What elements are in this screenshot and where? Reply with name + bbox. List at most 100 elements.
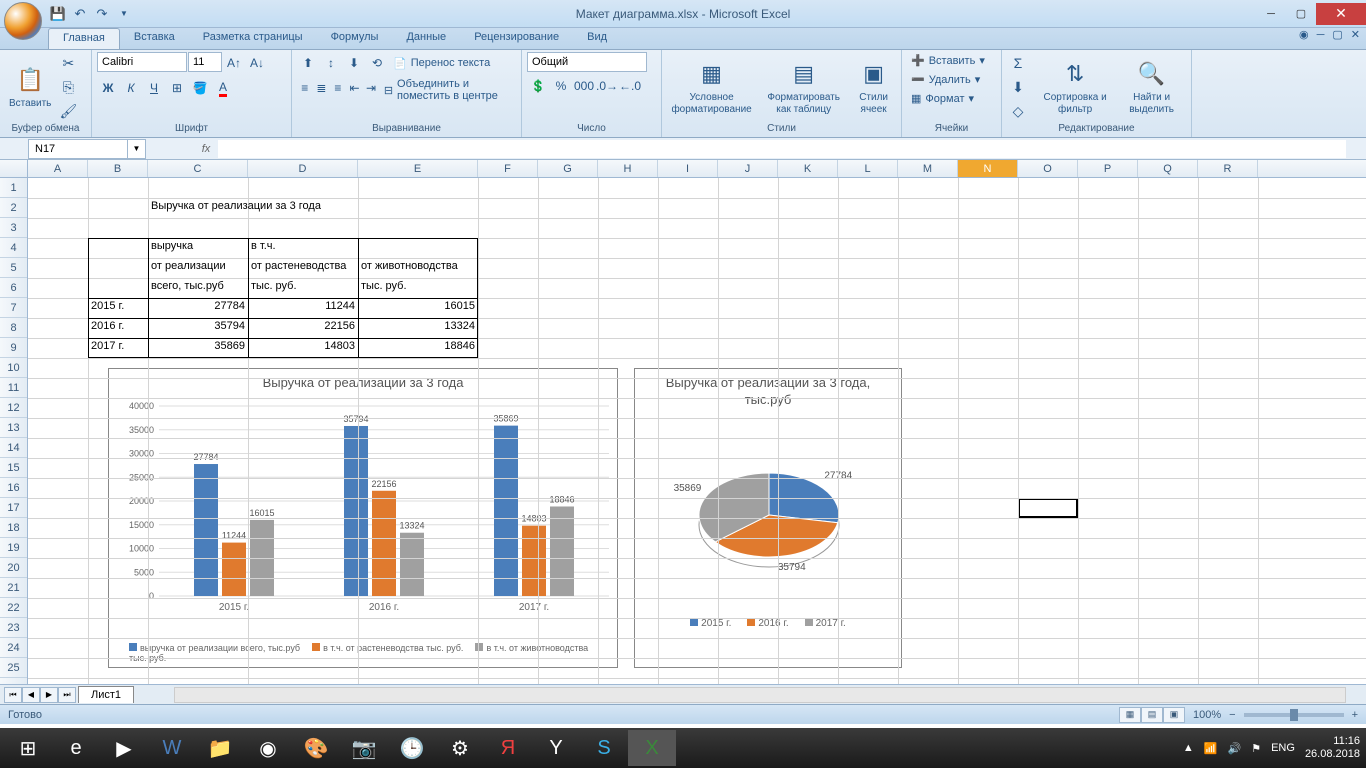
qat-dropdown-icon[interactable]: ▼ — [116, 6, 132, 22]
fill-color-icon[interactable]: 🪣 — [189, 77, 211, 99]
cell[interactable]: от животноводства — [358, 258, 478, 274]
row-header[interactable]: 12 — [0, 398, 27, 418]
save-icon[interactable]: 💾 — [50, 6, 66, 22]
align-right-icon[interactable]: ≡ — [330, 77, 346, 99]
format-painter-icon[interactable]: 🖌 — [57, 100, 79, 122]
bold-button[interactable]: Ж — [97, 77, 119, 99]
tab-page-layout[interactable]: Разметка страницы — [189, 28, 317, 49]
column-header[interactable]: J — [718, 160, 778, 177]
paste-button[interactable]: 📋Вставить — [5, 62, 55, 112]
taskbar-yandex2-icon[interactable]: Y — [532, 730, 580, 766]
row-header[interactable]: 22 — [0, 598, 27, 618]
wrap-text-button[interactable]: 📄Перенос текста — [389, 52, 494, 74]
align-bottom-icon[interactable]: ⬇ — [343, 52, 365, 74]
taskbar-skype-icon[interactable]: S — [580, 730, 628, 766]
cell[interactable]: 16015 — [358, 298, 478, 314]
align-top-icon[interactable]: ⬆ — [297, 52, 319, 74]
taskbar-word-icon[interactable]: W — [148, 730, 196, 766]
comma-icon[interactable]: 000 — [573, 75, 595, 97]
tab-insert[interactable]: Вставка — [120, 28, 189, 49]
tab-data[interactable]: Данные — [392, 28, 460, 49]
taskbar-ie-icon[interactable]: e — [52, 730, 100, 766]
view-normal-icon[interactable]: ▦ — [1119, 707, 1141, 723]
tab-formulas[interactable]: Формулы — [317, 28, 393, 49]
autosum-icon[interactable]: Σ — [1007, 52, 1029, 74]
column-header[interactable]: I — [658, 160, 718, 177]
row-header[interactable]: 24 — [0, 638, 27, 658]
row-header[interactable]: 9 — [0, 338, 27, 358]
column-header[interactable]: Q — [1138, 160, 1198, 177]
column-header[interactable]: L — [838, 160, 898, 177]
currency-icon[interactable]: 💲 — [527, 75, 549, 97]
maximize-button[interactable]: ▢ — [1286, 3, 1316, 25]
row-header[interactable]: 14 — [0, 438, 27, 458]
office-button[interactable] — [4, 2, 42, 40]
cell[interactable]: выручка — [148, 238, 248, 254]
help-icon[interactable]: ◉ — [1299, 28, 1309, 41]
format-cells-button[interactable]: ▦ Формат ▾ — [907, 90, 978, 107]
column-header[interactable]: R — [1198, 160, 1258, 177]
cell[interactable]: в т.ч. — [248, 238, 358, 254]
zoom-slider[interactable] — [1244, 713, 1344, 717]
close-button[interactable]: ✕ — [1316, 3, 1366, 25]
font-name-select[interactable] — [97, 52, 187, 72]
inc-decimal-icon[interactable]: .0→ — [596, 75, 618, 97]
cell[interactable]: Выручка от реализации за 3 года — [148, 198, 448, 214]
tray-volume-icon[interactable]: 🔊 — [1228, 742, 1242, 755]
row-header[interactable]: 5 — [0, 258, 27, 278]
indent-dec-icon[interactable]: ⇤ — [347, 77, 363, 99]
column-header[interactable]: G — [538, 160, 598, 177]
minimize-button[interactable]: ─ — [1256, 3, 1286, 25]
cell-styles-button[interactable]: ▣Стили ячеек — [851, 56, 896, 118]
column-header[interactable]: B — [88, 160, 148, 177]
cell[interactable]: от растеневодства — [248, 258, 358, 274]
fill-icon[interactable]: ⬇ — [1007, 76, 1029, 98]
cell[interactable]: 35794 — [148, 318, 248, 334]
taskbar-gear-icon[interactable]: ⚙ — [436, 730, 484, 766]
horizontal-scrollbar[interactable] — [174, 687, 1346, 703]
tray-clock[interactable]: 11:1626.08.2018 — [1305, 735, 1360, 761]
underline-button[interactable]: Ч — [143, 77, 165, 99]
cell[interactable]: 2015 г. — [88, 298, 148, 314]
zoom-out-icon[interactable]: − — [1229, 709, 1235, 721]
cell[interactable]: 2016 г. — [88, 318, 148, 334]
tab-review[interactable]: Рецензирование — [460, 28, 573, 49]
column-header[interactable]: C — [148, 160, 248, 177]
tray-up-icon[interactable]: ▲ — [1183, 742, 1194, 754]
formula-input[interactable] — [218, 140, 1346, 158]
orientation-icon[interactable]: ⟲ — [366, 52, 388, 74]
row-header[interactable]: 16 — [0, 478, 27, 498]
column-header[interactable]: K — [778, 160, 838, 177]
merge-center-button[interactable]: ⊟Объединить и поместить в центре — [380, 77, 516, 103]
row-header[interactable]: 10 — [0, 358, 27, 378]
shrink-font-icon[interactable]: A↓ — [246, 52, 268, 74]
cell[interactable]: всего, тыс.руб — [148, 278, 248, 294]
undo-icon[interactable]: ↶ — [72, 6, 88, 22]
borders-icon[interactable]: ⊞ — [166, 77, 188, 99]
column-header[interactable]: H — [598, 160, 658, 177]
row-header[interactable]: 7 — [0, 298, 27, 318]
cell[interactable]: 27784 — [148, 298, 248, 314]
number-format-select[interactable] — [527, 52, 647, 72]
sheet-nav-prev[interactable]: ◀ — [22, 687, 40, 703]
column-header[interactable]: F — [478, 160, 538, 177]
indent-inc-icon[interactable]: ⇥ — [363, 77, 379, 99]
tab-home[interactable]: Главная — [48, 28, 120, 49]
row-header[interactable]: 20 — [0, 558, 27, 578]
tray-lang[interactable]: ENG — [1271, 742, 1295, 754]
cell[interactable]: тыс. руб. — [358, 278, 478, 294]
sheet-nav-last[interactable]: ⏭ — [58, 687, 76, 703]
percent-icon[interactable]: % — [550, 75, 572, 97]
align-left-icon[interactable]: ≡ — [297, 77, 313, 99]
column-header[interactable]: D — [248, 160, 358, 177]
taskbar-excel-icon[interactable]: X — [628, 730, 676, 766]
column-header[interactable]: A — [28, 160, 88, 177]
sort-filter-button[interactable]: ⇅Сортировка и фильтр — [1035, 56, 1115, 118]
cell[interactable]: от реализации — [148, 258, 248, 274]
start-button[interactable]: ⊞ — [4, 730, 52, 766]
taskbar-clock-icon[interactable]: 🕒 — [388, 730, 436, 766]
cell[interactable]: 22156 — [248, 318, 358, 334]
italic-button[interactable]: К — [120, 77, 142, 99]
sheet-tab[interactable]: Лист1 — [78, 686, 134, 703]
column-header[interactable]: O — [1018, 160, 1078, 177]
